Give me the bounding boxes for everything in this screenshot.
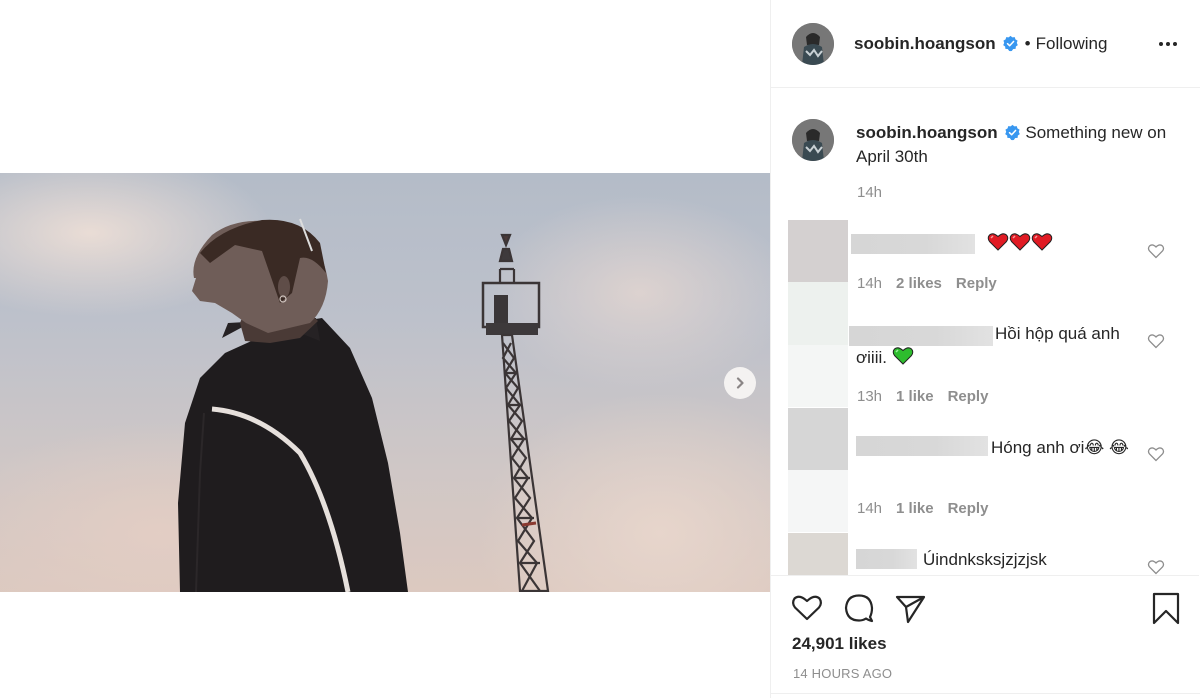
comment-avatar-redacted[interactable] xyxy=(788,283,848,407)
likes-count[interactable]: 24,901 likes xyxy=(792,634,887,654)
redacted-username xyxy=(851,234,975,254)
comment-likes[interactable]: 1 like xyxy=(896,388,934,405)
verified-badge-icon xyxy=(1004,124,1020,141)
comment-like-heart-icon[interactable] xyxy=(1147,445,1165,463)
reply-button[interactable]: Reply xyxy=(956,275,997,292)
comment-like-heart-icon[interactable] xyxy=(1147,242,1165,260)
separator-dot: • xyxy=(1024,33,1031,53)
comment-like-heart-icon[interactable] xyxy=(1147,558,1165,575)
post-header: soobin.hoangson • Following xyxy=(771,0,1200,88)
comment-text: Hồi hộp quá anh ơiiii. xyxy=(856,324,1120,367)
red-heart-emoji-icon xyxy=(1031,233,1053,251)
comment-time: 13h xyxy=(857,388,883,405)
photo-scene xyxy=(178,218,550,592)
comment-meta: 14h 2 likes Reply xyxy=(857,275,997,292)
like-button-heart-outline-icon[interactable] xyxy=(790,591,824,625)
green-heart-emoji-icon xyxy=(892,347,913,365)
avatar-image xyxy=(792,22,834,65)
comments-list[interactable]: soobin.hoangson Something new on April 3… xyxy=(771,89,1199,575)
reply-button[interactable]: Reply xyxy=(948,388,989,405)
lattice-tower xyxy=(481,233,550,592)
more-horizontal-icon xyxy=(1159,42,1177,46)
verified-badge-icon xyxy=(1002,35,1018,52)
next-slide-button[interactable] xyxy=(724,367,756,399)
save-bookmark-icon[interactable] xyxy=(1149,591,1183,625)
red-heart-emoji-icon xyxy=(987,233,1009,251)
reply-button[interactable]: Reply xyxy=(948,500,989,517)
red-heart-emoji-icon xyxy=(1009,233,1031,251)
redacted-username xyxy=(856,549,917,569)
comment-meta: 14h 1 like Reply xyxy=(857,500,988,517)
share-paper-plane-icon[interactable] xyxy=(893,591,927,625)
comment-text xyxy=(987,232,1199,256)
post-photo[interactable] xyxy=(0,173,770,592)
more-options-button[interactable] xyxy=(1156,32,1180,56)
posted-time: 14 HOURS AGO xyxy=(793,666,893,681)
caption-text-block: soobin.hoangson Something new on April 3… xyxy=(856,121,1176,169)
avatar-image xyxy=(792,119,834,161)
chevron-right-icon xyxy=(736,377,744,389)
following-button[interactable]: Following xyxy=(1036,34,1108,54)
comment-likes[interactable]: 2 likes xyxy=(896,275,942,292)
author-avatar[interactable] xyxy=(792,22,834,65)
comment-time: 14h xyxy=(857,500,883,517)
comment-likes[interactable]: 1 like xyxy=(896,500,934,517)
comment-meta: 13h 1 like Reply xyxy=(857,388,988,405)
comment-bubble-icon[interactable] xyxy=(842,591,876,625)
caption-author-avatar[interactable] xyxy=(792,119,834,161)
comment-like-heart-icon[interactable] xyxy=(1147,332,1165,350)
post-actions: 24,901 likes 14 HOURS AGO xyxy=(771,575,1199,698)
post-media-area xyxy=(0,0,770,698)
panel-bottom-divider xyxy=(770,693,1200,694)
caption-timestamp: 14h xyxy=(857,184,883,201)
comment-text: Hóng anh ơi😂 😂 xyxy=(991,438,1129,457)
caption-author[interactable]: soobin.hoangson xyxy=(856,123,998,142)
person-silhouette xyxy=(178,218,408,592)
post-side-panel: soobin.hoangson • Following soobin.hoang… xyxy=(770,0,1200,698)
author-username[interactable]: soobin.hoangson xyxy=(854,34,996,54)
comment-avatar-redacted[interactable] xyxy=(788,533,848,575)
comment-time: 14h xyxy=(857,275,883,292)
comment-avatar-redacted[interactable] xyxy=(788,408,848,532)
